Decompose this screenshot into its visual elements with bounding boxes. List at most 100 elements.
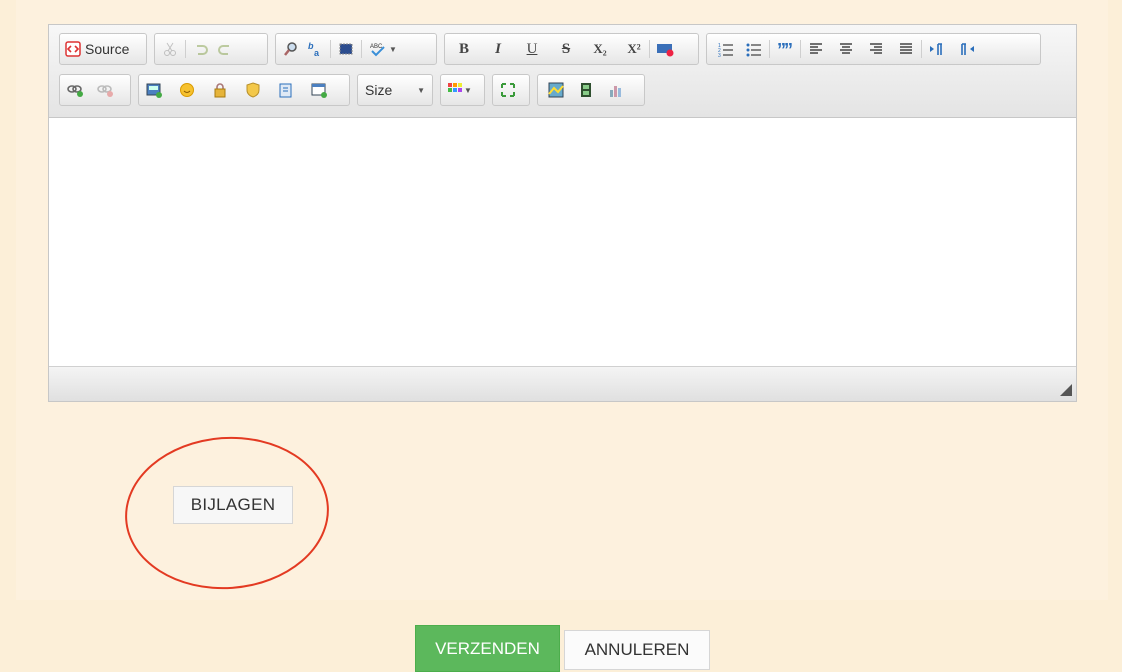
undo-icon xyxy=(197,45,208,55)
svg-text:”: ” xyxy=(784,41,793,57)
chevron-down-icon: ▼ xyxy=(389,44,397,54)
video-icon xyxy=(581,83,591,97)
rtl-icon xyxy=(961,43,974,55)
redo-icon xyxy=(218,45,229,55)
video-button[interactable] xyxy=(574,78,598,102)
separator xyxy=(649,40,650,58)
cut-button[interactable] xyxy=(158,37,182,61)
superscript-button[interactable]: X² xyxy=(622,37,646,61)
remove-format-button[interactable] xyxy=(653,37,677,61)
maximize-button[interactable] xyxy=(496,78,520,102)
unlink-icon xyxy=(97,85,113,97)
find-icon xyxy=(284,42,297,56)
size-dropdown[interactable]: Size ▼ xyxy=(361,78,429,102)
smiley-icon xyxy=(180,83,194,97)
paste-button[interactable] xyxy=(274,78,298,102)
italic-button[interactable]: I xyxy=(486,37,510,61)
justify-button[interactable] xyxy=(894,37,918,61)
source-icon xyxy=(65,41,81,57)
source-button[interactable]: Source xyxy=(63,37,131,61)
separator xyxy=(185,40,186,58)
numbered-list-button[interactable]: 123 xyxy=(714,37,738,61)
ltr-button[interactable] xyxy=(925,37,949,61)
separator xyxy=(800,40,801,58)
align-center-button[interactable] xyxy=(834,37,858,61)
image-icon xyxy=(146,83,162,98)
strikethrough-button[interactable]: S xyxy=(554,37,578,61)
align-right-icon xyxy=(870,43,882,54)
select-all-icon xyxy=(339,43,353,55)
attachments-button[interactable]: BIJLAGEN xyxy=(173,486,293,524)
size-label: Size xyxy=(365,82,393,98)
cancel-button[interactable]: ANNULEREN xyxy=(564,630,710,670)
unlink-button[interactable] xyxy=(93,78,117,102)
bar-chart-icon xyxy=(610,86,621,97)
chevron-down-icon: ▼ xyxy=(417,85,425,95)
color-group: ▼ xyxy=(440,74,485,106)
replace-icon: ba xyxy=(308,41,320,57)
underline-button[interactable]: U xyxy=(520,37,544,61)
align-left-icon xyxy=(810,43,822,54)
view-group xyxy=(492,74,530,106)
shield-icon xyxy=(246,82,260,98)
remove-format-icon xyxy=(657,44,674,57)
bold-button[interactable]: B xyxy=(452,37,476,61)
rich-text-editor: Source ba ABC ▼ B I U S X₂ X² 1 2 3 ” ” … xyxy=(48,24,1077,402)
undo-button[interactable] xyxy=(189,37,213,61)
iframe-button[interactable] xyxy=(307,78,331,102)
redo-button[interactable] xyxy=(213,37,237,61)
numbered-list-icon: 123 xyxy=(718,43,733,57)
smiley-button[interactable] xyxy=(175,78,199,102)
insert-group xyxy=(138,74,350,106)
basic-styles-group: B I U S X₂ X² xyxy=(444,33,699,65)
find-button[interactable] xyxy=(279,37,303,61)
editor-toolbar: Source ba ABC ▼ B I U S X₂ X² 1 2 3 ” ” … xyxy=(49,25,1076,118)
bar-chart-button[interactable] xyxy=(604,78,628,102)
editor-status-bar xyxy=(49,366,1076,401)
cut-icon xyxy=(164,42,176,56)
ltr-icon xyxy=(930,43,942,55)
link-button[interactable] xyxy=(63,78,87,102)
separator xyxy=(361,40,362,58)
links-group xyxy=(59,74,131,106)
align-center-icon xyxy=(840,43,852,54)
bulleted-list-icon xyxy=(746,43,761,57)
clipboard-group xyxy=(154,33,268,65)
separator xyxy=(330,40,331,58)
underline-icon: U xyxy=(526,40,538,57)
source-label: Source xyxy=(85,41,130,57)
spellcheck-button[interactable]: ABC ▼ xyxy=(365,37,401,61)
lock-icon xyxy=(214,83,226,98)
blockquote-button[interactable]: ”” xyxy=(773,37,797,61)
resize-handle-icon[interactable] xyxy=(1060,384,1072,396)
select-all-button[interactable] xyxy=(334,37,358,61)
bulleted-list-button[interactable] xyxy=(742,37,766,61)
editor-content-area[interactable] xyxy=(49,118,1076,368)
align-left-button[interactable] xyxy=(804,37,828,61)
align-right-button[interactable] xyxy=(864,37,888,61)
color-grid-icon xyxy=(448,83,462,92)
paste-icon xyxy=(279,83,292,98)
image-button[interactable] xyxy=(142,78,166,102)
chevron-down-icon: ▼ xyxy=(464,85,472,95)
link-icon xyxy=(67,85,83,97)
spellcheck-icon: ABC xyxy=(370,44,385,57)
color-button[interactable]: ▼ xyxy=(444,78,476,102)
chart-image-icon xyxy=(548,82,564,98)
rtl-button[interactable] xyxy=(955,37,979,61)
submit-button[interactable]: VERZENDEN xyxy=(415,625,560,672)
iframe-icon xyxy=(311,83,327,98)
blockquote-icon: ”” xyxy=(777,41,793,57)
media-group xyxy=(537,74,645,106)
bold-icon: B xyxy=(458,40,469,57)
subscript-button[interactable]: X₂ xyxy=(588,37,612,61)
shield-button[interactable] xyxy=(241,78,265,102)
chart-image-button[interactable] xyxy=(544,78,568,102)
lock-button[interactable] xyxy=(208,78,232,102)
maximize-icon xyxy=(501,83,515,97)
replace-button[interactable]: ba xyxy=(303,37,327,61)
size-group: Size ▼ xyxy=(357,74,433,106)
svg-text:a: a xyxy=(314,48,320,57)
superscript-icon: X² xyxy=(627,41,641,56)
strikethrough-icon: S xyxy=(561,40,571,57)
